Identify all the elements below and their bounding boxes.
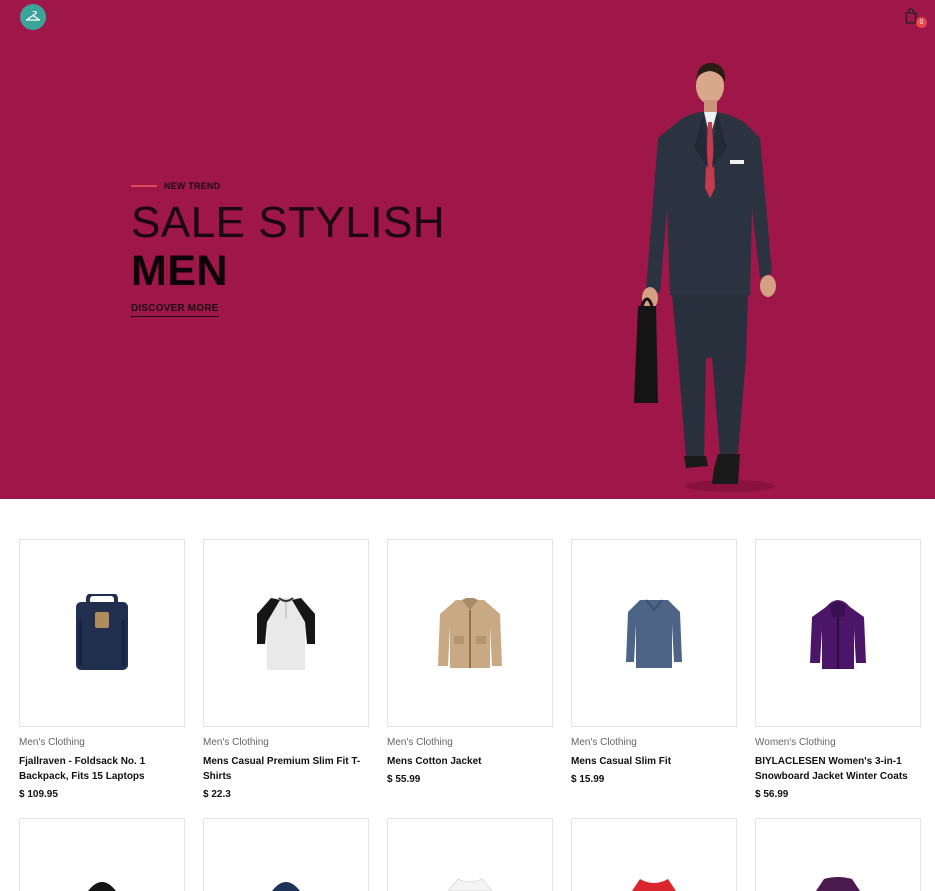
slim-fit-shirt-image xyxy=(626,599,682,668)
hero-eyebrow: NEW TREND xyxy=(131,181,220,191)
product-thumbnail xyxy=(447,878,493,891)
hero-title: SALE STYLISH xyxy=(131,198,446,247)
product-image[interactable] xyxy=(19,539,185,727)
product-thumbnail xyxy=(88,882,116,891)
product-card[interactable] xyxy=(387,818,553,891)
product-title[interactable]: Mens Casual Premium Slim Fit T-Shirts xyxy=(203,754,369,784)
product-title[interactable]: Mens Casual Slim Fit xyxy=(571,754,737,769)
product-category: Men's Clothing xyxy=(203,737,269,748)
hero-title-bold: MEN xyxy=(131,247,229,295)
cart-button[interactable]: 0 xyxy=(903,8,927,30)
product-thumbnail xyxy=(816,877,860,891)
product-card[interactable]: Men's Clothing Fjallraven - Foldsack No.… xyxy=(19,539,185,800)
product-thumbnail xyxy=(272,882,300,891)
product-price: $ 55.99 xyxy=(387,774,421,785)
product-card[interactable] xyxy=(755,818,921,891)
product-category: Men's Clothing xyxy=(387,737,453,748)
snowboard-jacket-image xyxy=(810,600,866,669)
product-image[interactable] xyxy=(19,818,185,891)
product-price: $ 56.99 xyxy=(755,789,789,800)
product-price: $ 15.99 xyxy=(571,774,605,785)
logo[interactable] xyxy=(20,4,46,30)
backpack-image xyxy=(76,594,128,670)
product-image[interactable] xyxy=(387,539,553,727)
eyebrow-text: NEW TREND xyxy=(164,181,221,191)
product-price: $ 22.3 xyxy=(203,789,231,800)
product-image[interactable] xyxy=(387,818,553,891)
discover-more-link[interactable]: DISCOVER MORE xyxy=(131,303,219,317)
product-title[interactable]: Fjallraven - Foldsack No. 1 Backpack, Fi… xyxy=(19,754,185,784)
product-image[interactable] xyxy=(571,539,737,727)
product-thumbnail xyxy=(632,879,676,891)
product-image[interactable] xyxy=(203,539,369,727)
product-category: Men's Clothing xyxy=(571,737,637,748)
product-title[interactable]: BIYLACLESEN Women's 3-in-1 Snowboard Jac… xyxy=(755,754,921,784)
product-category: Women's Clothing xyxy=(755,737,836,748)
product-card[interactable] xyxy=(19,818,185,891)
product-image[interactable] xyxy=(203,818,369,891)
raglan-tshirt-image xyxy=(257,597,315,670)
eyebrow-line xyxy=(131,185,157,187)
product-card[interactable]: Men's Clothing Mens Cotton Jacket $ 55.9… xyxy=(387,539,553,785)
product-image[interactable] xyxy=(755,539,921,727)
model-in-suit-image xyxy=(634,62,776,492)
product-title[interactable]: Mens Cotton Jacket xyxy=(387,754,553,769)
product-card[interactable] xyxy=(571,818,737,891)
product-category: Men's Clothing xyxy=(19,737,85,748)
hero-banner: 0 NEW TREND SALE STYLISH MEN DISCOVER MO… xyxy=(0,0,935,499)
cart-count-badge: 0 xyxy=(916,17,927,28)
product-image[interactable] xyxy=(755,818,921,891)
product-card[interactable]: Men's Clothing Mens Casual Slim Fit $ 15… xyxy=(571,539,737,785)
product-card[interactable] xyxy=(203,818,369,891)
product-card[interactable]: Men's Clothing Mens Casual Premium Slim … xyxy=(203,539,369,800)
cotton-jacket-image xyxy=(438,598,502,668)
hanger-icon xyxy=(25,11,41,21)
product-price: $ 109.95 xyxy=(19,789,58,800)
product-image[interactable] xyxy=(571,818,737,891)
product-card[interactable]: Women's Clothing BIYLACLESEN Women's 3-i… xyxy=(755,539,921,800)
